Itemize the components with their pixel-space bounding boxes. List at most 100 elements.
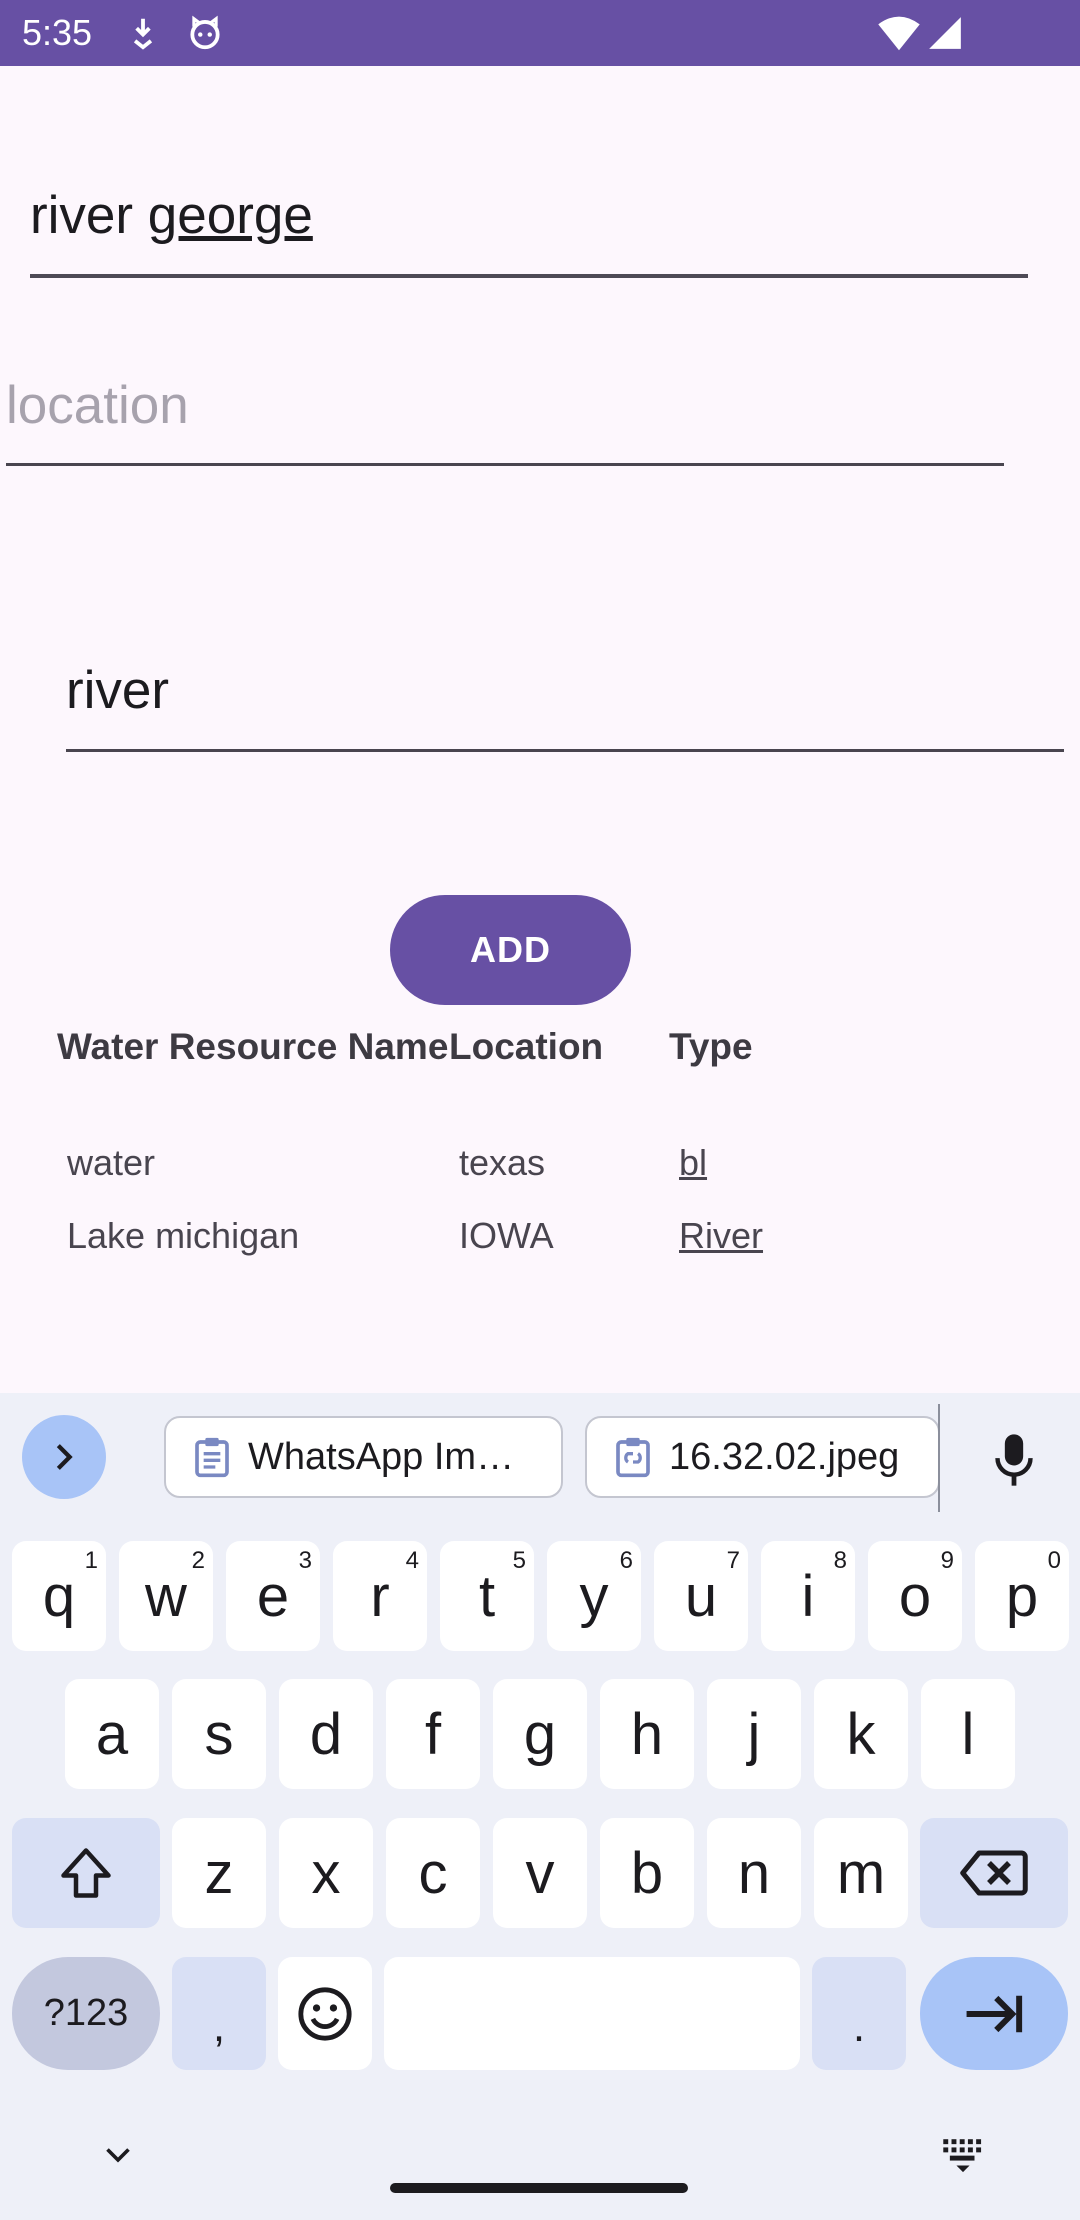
cell-type-link[interactable]: River [679, 1211, 763, 1261]
name-input[interactable]: river george [30, 176, 313, 256]
key-label: c [418, 1840, 448, 1906]
hide-keyboard-chevron-icon[interactable] [100, 2136, 136, 2172]
backspace-key[interactable] [920, 1818, 1068, 1928]
key-u[interactable]: u7 [654, 1541, 748, 1651]
key-label: d [309, 1701, 343, 1767]
key-k[interactable]: k [814, 1679, 908, 1789]
cell-location: texas [459, 1142, 546, 1183]
key-w[interactable]: w2 [119, 1541, 213, 1651]
shift-key[interactable] [12, 1818, 160, 1928]
key-label: h [630, 1701, 664, 1767]
key-i[interactable]: i8 [761, 1541, 855, 1651]
add-button[interactable]: ADD [390, 895, 631, 1005]
key-p[interactable]: p0 [975, 1541, 1069, 1651]
key-hint: 4 [405, 1547, 419, 1574]
key-label: m [836, 1840, 886, 1906]
backspace-icon [960, 1850, 1028, 1896]
microphone-icon [995, 1434, 1033, 1486]
key-label: z [204, 1840, 234, 1906]
key-z[interactable]: z [172, 1818, 266, 1928]
key-label: j [747, 1701, 761, 1767]
key-hint: 5 [512, 1547, 526, 1574]
key-d[interactable]: d [279, 1679, 373, 1789]
key-label: b [630, 1840, 664, 1906]
key-hint: 8 [833, 1547, 847, 1574]
key-h[interactable]: h [600, 1679, 694, 1789]
expand-toolbar-button[interactable] [22, 1415, 106, 1499]
location-input-underline [6, 463, 1004, 466]
voice-input-button[interactable] [972, 1420, 1056, 1500]
space-key[interactable] [384, 1957, 800, 2070]
next-arrow-icon [966, 1995, 1023, 2032]
key-hint: 9 [940, 1547, 954, 1574]
cell-signal-icon [929, 17, 961, 49]
key-v[interactable]: v [493, 1818, 587, 1928]
key-label: x [311, 1840, 341, 1906]
clipboard-chip[interactable]: WhatsApp Im… [164, 1416, 563, 1498]
key-hint: 1 [84, 1547, 98, 1574]
strip-divider [938, 1404, 940, 1512]
key-t[interactable]: t5 [440, 1541, 534, 1651]
key-a[interactable]: a [65, 1679, 159, 1789]
key-x[interactable]: x [279, 1818, 373, 1928]
header-location: Location [449, 1026, 604, 1067]
location-input[interactable]: location [6, 366, 189, 446]
key-label: w [145, 1563, 187, 1629]
key-label: k [846, 1701, 876, 1767]
emoji-key[interactable] [278, 1957, 372, 2070]
key-hint: 7 [726, 1547, 740, 1574]
shift-icon [61, 1848, 111, 1898]
symbols-key[interactable]: ?123 [12, 1957, 160, 2070]
key-label: r [370, 1563, 390, 1629]
home-gesture-bar[interactable] [390, 2183, 688, 2193]
key-y[interactable]: y6 [547, 1541, 641, 1651]
clipboard-icon [195, 1437, 229, 1478]
key-label: v [525, 1840, 555, 1906]
key-l[interactable]: l [921, 1679, 1015, 1789]
wifi-icon [878, 16, 920, 51]
header-type: Type [669, 1026, 753, 1067]
key-hint: 2 [191, 1547, 205, 1574]
key-s[interactable]: s [172, 1679, 266, 1789]
key-label: t [478, 1563, 496, 1629]
smiley-icon [298, 1986, 352, 2041]
key-c[interactable]: c [386, 1818, 480, 1928]
comma-key[interactable]: , [172, 1957, 266, 2070]
status-time: 5:35 [22, 12, 93, 53]
cell-name: Lake michigan [67, 1215, 300, 1256]
key-label: q [42, 1563, 76, 1629]
key-label: n [737, 1840, 771, 1906]
key-label: o [898, 1563, 932, 1629]
key-label: g [523, 1701, 557, 1767]
period-key[interactable]: . [812, 1957, 906, 2070]
key-hint: 6 [619, 1547, 633, 1574]
key-n[interactable]: n [707, 1818, 801, 1928]
key-label: i [801, 1563, 815, 1629]
keyboard [0, 1393, 1080, 2220]
key-label: u [684, 1563, 718, 1629]
keyboard-switch-icon[interactable] [940, 2134, 986, 2174]
key-label: p [1005, 1563, 1039, 1629]
key-e[interactable]: e3 [226, 1541, 320, 1651]
name-input-composing-text: george [147, 186, 313, 245]
key-r[interactable]: r4 [333, 1541, 427, 1651]
key-q[interactable]: q1 [12, 1541, 106, 1651]
cell-type-link[interactable]: bl [679, 1138, 707, 1188]
key-b[interactable]: b [600, 1818, 694, 1928]
key-hint: 3 [298, 1547, 312, 1574]
key-m[interactable]: m [814, 1818, 908, 1928]
key-f[interactable]: f [386, 1679, 480, 1789]
key-j[interactable]: j [707, 1679, 801, 1789]
header-name: Water Resource Name [57, 1026, 449, 1067]
key-g[interactable]: g [493, 1679, 587, 1789]
clipboard-chip[interactable]: 16.32.02.jpeg [585, 1416, 940, 1498]
key-label: f [424, 1701, 442, 1767]
type-input-underline [66, 749, 1064, 752]
key-o[interactable]: o9 [868, 1541, 962, 1651]
key-hint: 0 [1047, 1547, 1061, 1574]
name-input-text: river [30, 186, 148, 245]
clipboard-chip-label: WhatsApp Im… [248, 1435, 515, 1478]
enter-key[interactable] [920, 1957, 1068, 2070]
cell-name: water [67, 1142, 156, 1183]
type-input[interactable]: river [66, 651, 169, 731]
